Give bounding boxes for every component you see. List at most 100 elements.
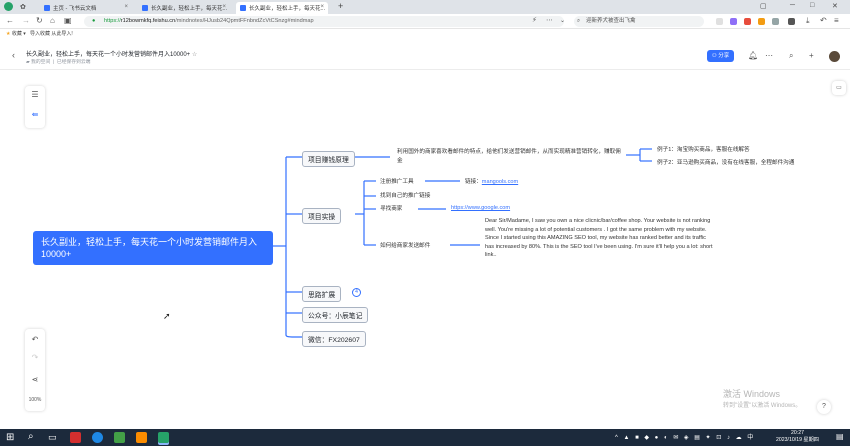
task-view-icon[interactable]: ▭ — [48, 432, 57, 443]
minimize-icon[interactable]: ─ — [790, 2, 795, 9]
url-input[interactable]: ● https://r12bowmkfq.feishu.cn/mindnotes… — [84, 16, 564, 27]
feishu-favicon-icon — [240, 5, 246, 11]
extension-gray-icon[interactable] — [772, 18, 779, 25]
doc-title-row: 长久副业，轻松上手，每天花一个小时发营销邮件月入10000+ ☆ — [26, 49, 197, 58]
bell-icon[interactable]: 🔔︎ — [748, 51, 758, 60]
new-tab-button[interactable]: + — [338, 1, 343, 11]
feishu-favicon-icon — [142, 5, 148, 11]
branch-project-principle[interactable]: 项目赚钱原理 — [302, 151, 355, 167]
practice-find-merchant[interactable]: 寻找商家 — [380, 204, 402, 212]
document-header: ‹ 长久副业，轻松上手，每天花一个小时发营销邮件月入10000+ ☆ ▰ 我的空… — [0, 40, 850, 70]
address-bar-row: ← → ↻ ⌂ ▣ ● https://r12bowmkfq.feishu.cn… — [0, 14, 850, 29]
undo-icon[interactable]: ↶ — [820, 16, 827, 25]
tab-title: 主页 - 飞书云文档 — [53, 6, 97, 12]
help-icon[interactable]: ? — [817, 400, 831, 414]
search-placeholder: 迎新养犬被查出飞禽 — [586, 18, 636, 24]
app-icon-browser[interactable] — [158, 432, 169, 443]
principle-text[interactable]: 利用国外的商家喜欢看邮件的特点，给他们发送营销邮件，从而实现精准营销转化，赚取佣… — [397, 148, 625, 165]
browser-tab-1[interactable]: 主页 - 飞书云文档 × — [40, 2, 132, 14]
tool-link-label: 链接： — [465, 179, 482, 185]
app-icon-edge[interactable] — [92, 432, 103, 443]
folder-icon: ▰ — [26, 60, 30, 65]
search-icon[interactable]: ⌕ — [28, 431, 34, 442]
window-menu-icon[interactable]: ▢ — [760, 2, 767, 10]
practice-register-tool[interactable]: 注册推广工具 — [380, 177, 414, 185]
favorite-star-icon[interactable]: ☆ — [192, 52, 197, 58]
more-icon[interactable]: ⋯ — [546, 16, 553, 24]
windows-start-icon[interactable]: ⊞ — [6, 432, 14, 443]
branch-wechat-id[interactable]: 微信：FX202607 — [302, 331, 366, 347]
back-chevron-icon[interactable]: ‹ — [12, 50, 15, 60]
reload-icon[interactable]: ↻ — [36, 16, 43, 25]
star-icon: ★ — [6, 31, 11, 37]
clock-time: 20:27 — [790, 430, 804, 436]
feishu-favicon-icon — [44, 5, 50, 11]
share-label: 分享 — [718, 53, 730, 59]
home-icon[interactable]: ⌂ — [50, 16, 55, 25]
share-button[interactable]: ⚇ 分享 — [707, 50, 734, 62]
bookmark-item[interactable]: 导入收藏 — [30, 31, 50, 37]
bookmark-bar: ★ 收藏 ▾ 导入收藏 从此导入! — [0, 29, 850, 39]
bookmark-item[interactable]: 收藏 — [12, 31, 22, 37]
practice-find-link[interactable]: 找到自己的推广链接 — [380, 191, 430, 199]
browser-logo-icon[interactable] — [4, 2, 13, 11]
extension-orange-icon[interactable] — [758, 18, 765, 25]
email-template-text[interactable]: Dear Sir/Madame, I saw you own a nice cl… — [485, 217, 715, 260]
window-close-icon[interactable]: ✕ — [832, 2, 838, 10]
extension-purple-icon[interactable] — [730, 18, 737, 25]
search-icon[interactable]: ⌕ — [789, 51, 793, 61]
breadcrumb-space[interactable]: 我的空间 — [31, 60, 50, 65]
forward-icon[interactable]: → — [22, 16, 30, 25]
example-2[interactable]: 例子2：亚马逊购买商品，没有在线客服，全程邮件沟通 — [657, 158, 794, 166]
browser-tab-2[interactable]: 长久副业，轻松上手，每天花... × — [138, 2, 230, 14]
branch-project-practice[interactable]: 项目实操 — [302, 208, 342, 224]
more-options-icon[interactable]: ⋯ — [765, 51, 773, 60]
search-icon: ⌕ — [577, 18, 581, 24]
activation-watermark-title: 激活 Windows — [723, 389, 781, 399]
browser-search-input[interactable]: ⌕ 迎新养犬被查出飞禽 — [574, 16, 704, 27]
maximize-icon[interactable]: □ — [810, 2, 814, 9]
url-prefix: https:// — [104, 18, 121, 24]
google-link[interactable]: https://www.google.com — [451, 205, 510, 211]
grid-icon[interactable] — [788, 18, 795, 25]
close-icon[interactable]: × — [124, 4, 128, 10]
mindmap-root-node[interactable]: 长久副业，轻松上手，每天花一个小时发营销邮件月入10000+ — [33, 231, 273, 265]
wallet-icon[interactable]: ▣ — [64, 16, 72, 25]
app-icon-orange[interactable] — [136, 432, 147, 443]
download-icon[interactable]: ⤓ — [806, 16, 810, 26]
browser-menu-icon[interactable]: ≡ — [834, 16, 839, 25]
extension-red-icon[interactable] — [744, 18, 751, 25]
notification-icon[interactable]: ▤ — [836, 432, 844, 441]
example-1[interactable]: 例子1：淘宝购买商品，客服在线解答 — [657, 145, 750, 153]
branch-wechat-account[interactable]: 公众号：小辰笔记 — [302, 307, 369, 323]
secure-lock-icon: ● — [92, 18, 96, 24]
mouse-cursor-icon: ➚ — [163, 311, 171, 321]
save-status: 已经保存到云端 — [56, 60, 91, 65]
app-icon-red[interactable] — [70, 432, 81, 443]
practice-send-email[interactable]: 如何给商家发送邮件 — [380, 241, 430, 249]
url-path: /mindnotes/HJusb24QpmtFFnbndZcVtCSnzg#mi… — [175, 18, 314, 24]
mangools-link[interactable]: mangools.com — [482, 179, 518, 185]
close-icon[interactable]: × — [320, 4, 324, 10]
clock-date: 2023/10/19 星期四 — [776, 437, 819, 443]
mindmap-canvas[interactable]: ▭ ☰ ⇚ ↶ ↷ ⋖ 100% 长久副业，轻松上手，每天花一个小时发营销邮件月… — [0, 71, 850, 423]
close-icon[interactable]: × — [222, 4, 226, 10]
tool-link-node[interactable]: 链接：mangools.com — [465, 177, 518, 185]
avatar[interactable] — [829, 51, 840, 62]
system-tray-icons[interactable]: ^ ▲ ■ ◆ ● ◐ ✉ ◈ ▤ ✦ ⊡ ♪ ☁ 中 — [615, 432, 755, 441]
lightning-icon[interactable]: ⚡ — [532, 16, 537, 24]
browser-tab-3[interactable]: 长久副业，轻松上手，每天花... × — [236, 2, 328, 14]
bookmark-item[interactable]: 从此导入! — [51, 31, 72, 37]
taskbar-clock[interactable]: 20:27 2023/10/19 星期四 — [776, 430, 819, 444]
app-icon-wechat[interactable] — [114, 432, 125, 443]
back-icon[interactable]: ← — [6, 16, 14, 25]
doc-breadcrumb: ▰ 我的空间 | 已经保存到云端 — [26, 60, 91, 65]
scissors-icon[interactable] — [716, 18, 723, 25]
windows-taskbar: ⊞ ⌕ ▭ ^ ▲ ■ ◆ ● ◐ ✉ ◈ ▤ ✦ ⊡ ♪ ☁ 中 20:27 … — [0, 429, 850, 446]
branch-idea-expansion[interactable]: 思路扩展 — [302, 286, 342, 302]
add-icon[interactable]: + — [809, 51, 814, 60]
extension-icon[interactable]: ✿ — [20, 3, 26, 11]
collapsed-count-badge[interactable]: 4 — [352, 288, 361, 297]
person-icon: ⚇ — [711, 53, 717, 59]
dropdown-icon[interactable]: ⌄ — [560, 17, 565, 24]
